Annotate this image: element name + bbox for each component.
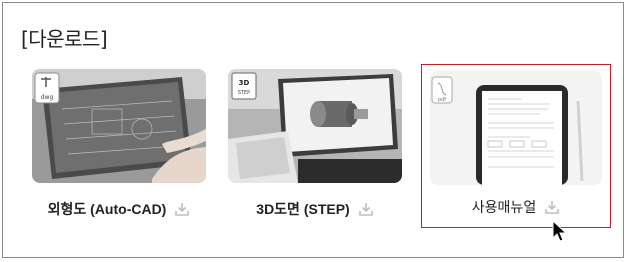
autocad-thumbnail[interactable]: dwg	[32, 69, 206, 183]
manual-thumbnail[interactable]: pdf	[430, 71, 602, 185]
dwg-badge-text: dwg	[41, 94, 54, 101]
download-card-step[interactable]: 3D STEP 3D도면 (STEP)	[228, 69, 402, 229]
download-card-autocad[interactable]: dwg 외형도 (Auto-CAD)	[32, 69, 206, 229]
manual-label[interactable]: 사용매뉴얼	[472, 197, 536, 217]
section-title: [다운로드]	[21, 27, 108, 51]
mouse-cursor-icon	[552, 220, 568, 242]
autocad-label[interactable]: 외형도 (Auto-CAD)	[48, 199, 167, 219]
pdf-badge-text: pdf	[438, 97, 446, 103]
step-badge-top: 3D	[239, 79, 250, 87]
step-thumbnail-image: 3D STEP	[228, 69, 402, 183]
download-icon[interactable]	[358, 201, 374, 217]
step-label[interactable]: 3D도면 (STEP)	[256, 199, 349, 219]
autocad-thumbnail-image: dwg	[32, 69, 206, 183]
step-badge-bottom: STEP	[238, 90, 250, 96]
download-card-manual[interactable]: pdf 사용매뉴얼	[421, 64, 611, 228]
step-thumbnail[interactable]: 3D STEP	[228, 69, 402, 183]
download-icon[interactable]	[174, 201, 190, 217]
manual-thumbnail-image: pdf	[430, 71, 602, 185]
download-panel: [다운로드] dwg 외형도 (Auto-CAD) 3D STEP 3D도면 (…	[2, 2, 624, 258]
download-icon[interactable]	[544, 199, 560, 215]
